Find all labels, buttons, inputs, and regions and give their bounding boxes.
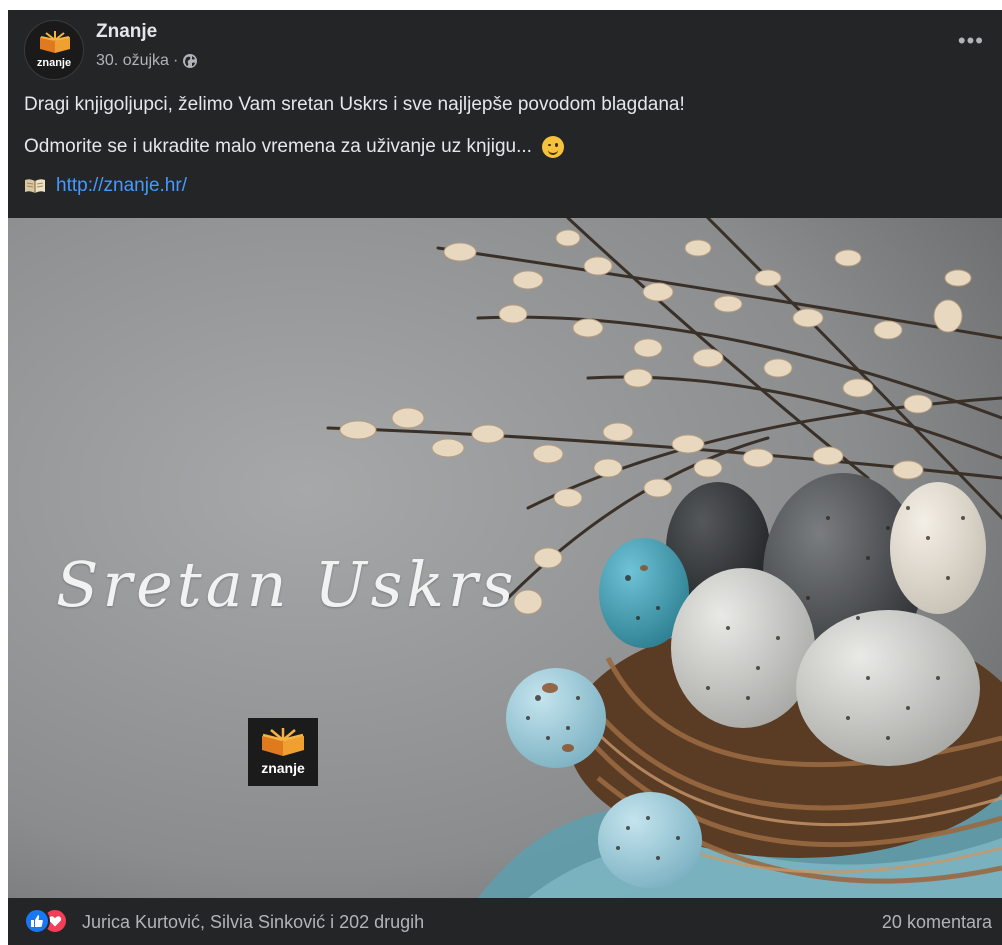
more-options-button[interactable]: ••• bbox=[958, 30, 984, 52]
page-avatar[interactable]: znanje bbox=[24, 20, 84, 80]
post-text-line-1: Dragi knjigoljupci, želimo Vam sretan Us… bbox=[24, 94, 685, 115]
avatar-wordmark: znanje bbox=[36, 57, 72, 69]
globe-icon bbox=[183, 54, 198, 68]
book-logo-icon bbox=[40, 31, 70, 53]
winking-face-emoji-icon bbox=[541, 136, 564, 158]
book-logo-icon bbox=[262, 728, 304, 756]
post-image[interactable]: Sretan Uskrs znanje bbox=[8, 218, 1002, 898]
open-book-icon bbox=[25, 179, 45, 193]
website-link[interactable]: http://znanje.hr/ bbox=[56, 175, 187, 197]
brand-wordmark: znanje bbox=[261, 760, 305, 776]
comments-count[interactable]: 20 komentara bbox=[882, 912, 992, 933]
post-footer: Jurica Kurtović, Silvia Sinković i 202 d… bbox=[8, 898, 1002, 945]
greeting-text: Sretan Uskrs bbox=[56, 548, 518, 621]
meta-separator: · bbox=[172, 52, 179, 69]
page-name[interactable]: Znanje bbox=[96, 21, 157, 43]
like-reaction-icon bbox=[24, 908, 50, 934]
link-row: http://znanje.hr/ bbox=[24, 175, 187, 197]
post-meta: 30. ožujka · bbox=[96, 52, 198, 70]
facebook-post: znanje Znanje 30. ožujka · ••• Dragi knj… bbox=[8, 10, 1002, 945]
post-header: znanje Znanje 30. ožujka · ••• bbox=[8, 10, 1002, 80]
post-text-line-2: Odmorite se i ukradite malo vremena za u… bbox=[24, 136, 532, 157]
post-text-line-2-row: Odmorite se i ukradite malo vremena za u… bbox=[24, 136, 564, 158]
reactors-text[interactable]: Jurica Kurtović, Silvia Sinković i 202 d… bbox=[82, 912, 424, 933]
reaction-icons[interactable] bbox=[24, 908, 72, 934]
brand-logo: znanje bbox=[248, 718, 318, 786]
post-date[interactable]: 30. ožujka bbox=[96, 52, 169, 70]
